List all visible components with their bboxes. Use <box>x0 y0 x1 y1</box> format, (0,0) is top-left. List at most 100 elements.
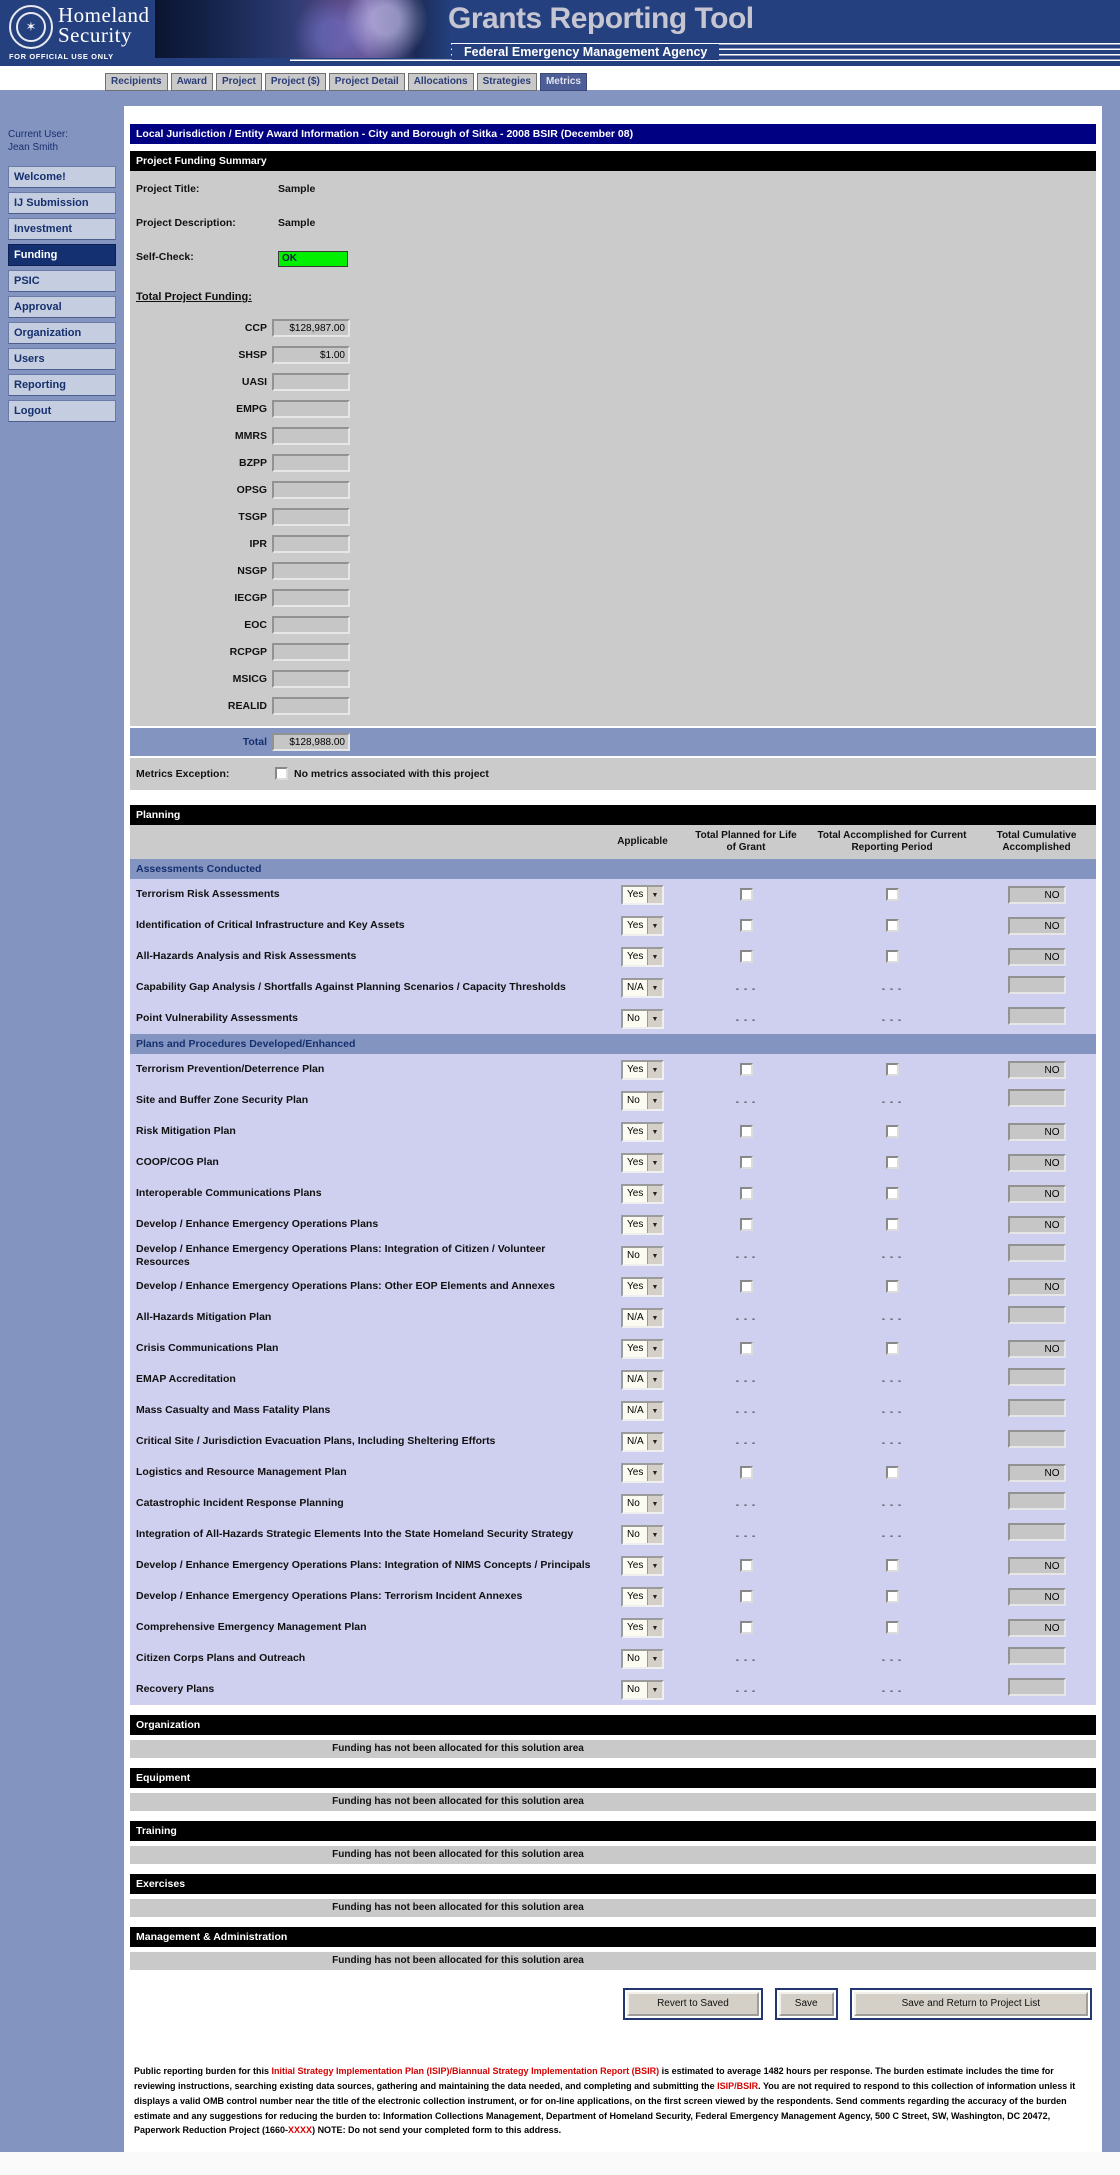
sidebar-item-funding[interactable]: Funding <box>8 244 116 266</box>
accomplished-checkbox[interactable] <box>885 918 899 932</box>
accomplished-checkbox[interactable] <box>885 1217 899 1231</box>
planned-checkbox[interactable] <box>739 1124 753 1138</box>
applicable-select[interactable]: No ▼ <box>621 1525 664 1545</box>
applicable-select[interactable]: N/A ▼ <box>621 1401 664 1421</box>
planned-checkbox[interactable] <box>739 1155 753 1169</box>
funding-input-ccp[interactable]: $128,987.00 <box>272 319 350 337</box>
planned-checkbox[interactable] <box>739 887 753 901</box>
applicable-select[interactable]: No ▼ <box>621 1494 664 1514</box>
applicable-select[interactable]: Yes ▼ <box>621 1184 664 1204</box>
planned-checkbox[interactable] <box>739 918 753 932</box>
planned-checkbox[interactable] <box>739 1620 753 1634</box>
applicable-select[interactable]: No ▼ <box>621 1091 664 1111</box>
applicable-cell: Yes ▼ <box>600 1214 685 1235</box>
save-button[interactable]: Save <box>778 1992 834 2016</box>
funding-label-empg: EMPG <box>236 403 267 415</box>
applicable-select[interactable]: No ▼ <box>621 1680 664 1700</box>
tab-metrics[interactable]: Metrics <box>539 73 587 91</box>
metrics-exception-checkbox[interactable] <box>275 767 288 780</box>
sidebar-item-users[interactable]: Users <box>8 348 116 370</box>
planned-checkbox[interactable] <box>739 1558 753 1572</box>
applicable-select[interactable]: No ▼ <box>621 1649 664 1669</box>
sidebar-item-ij-submission[interactable]: IJ Submission <box>8 192 116 214</box>
metric-label: Critical Site / Jurisdiction Evacuation … <box>136 1435 496 1448</box>
applicable-select[interactable]: Yes ▼ <box>621 1463 664 1483</box>
applicable-select[interactable]: Yes ▼ <box>621 885 664 905</box>
funding-input-mmrs[interactable] <box>272 427 350 445</box>
accomplished-checkbox[interactable] <box>885 1589 899 1603</box>
tab-project-dollar[interactable]: Project ($) <box>264 73 326 91</box>
sidebar-item-psic[interactable]: PSIC <box>8 270 116 292</box>
accomplished-checkbox[interactable] <box>885 1620 899 1634</box>
planned-checkbox[interactable] <box>739 1589 753 1603</box>
tab-award[interactable]: Award <box>170 73 213 91</box>
accomplished-checkbox[interactable] <box>885 1558 899 1572</box>
funding-input-iecgp[interactable] <box>272 589 350 607</box>
column-header-total-planned-for-life-of-grant: Total Planned for Life of Grant <box>695 829 797 854</box>
sidebar-item-approval[interactable]: Approval <box>8 296 116 318</box>
applicable-select[interactable]: Yes ▼ <box>621 1215 664 1235</box>
accomplished-checkbox[interactable] <box>885 1124 899 1138</box>
funding-input-msicg[interactable] <box>272 670 350 688</box>
funding-input-bzpp[interactable] <box>272 454 350 472</box>
planned-checkbox[interactable] <box>739 949 753 963</box>
funding-input-nsgp[interactable] <box>272 562 350 580</box>
accomplished-checkbox[interactable] <box>885 1465 899 1479</box>
metric-row: All-Hazards Analysis and Risk Assessment… <box>130 941 1096 972</box>
applicable-select[interactable]: Yes ▼ <box>621 947 664 967</box>
applicable-select[interactable]: Yes ▼ <box>621 1587 664 1607</box>
sidebar-item-logout[interactable]: Logout <box>8 400 116 422</box>
applicable-select[interactable]: Yes ▼ <box>621 1618 664 1638</box>
applicable-select[interactable]: Yes ▼ <box>621 1060 664 1080</box>
planned-checkbox[interactable] <box>739 1465 753 1479</box>
funding-input-realid[interactable] <box>272 697 350 715</box>
tab-recipients[interactable]: Recipients <box>105 73 168 91</box>
applicable-select[interactable]: N/A ▼ <box>621 978 664 998</box>
applicable-select[interactable]: N/A ▼ <box>621 1370 664 1390</box>
accomplished-checkbox[interactable] <box>885 1279 899 1293</box>
sidebar-item-welcome[interactable]: Welcome! <box>8 166 116 188</box>
applicable-select[interactable]: Yes ▼ <box>621 1556 664 1576</box>
planned-checkbox[interactable] <box>739 1217 753 1231</box>
planned-checkbox[interactable] <box>739 1341 753 1355</box>
applicable-select[interactable]: Yes ▼ <box>621 916 664 936</box>
accomplished-checkbox[interactable] <box>885 1341 899 1355</box>
applicable-select[interactable]: No ▼ <box>621 1009 664 1029</box>
applicable-select[interactable]: No ▼ <box>621 1246 664 1266</box>
sidebar-item-organization[interactable]: Organization <box>8 322 116 344</box>
cumulative-value-box: NO <box>1007 1123 1066 1141</box>
tab-allocations[interactable]: Allocations <box>407 73 474 91</box>
planned-checkbox[interactable] <box>739 1186 753 1200</box>
planned-checkbox[interactable] <box>739 1279 753 1293</box>
accomplished-checkbox[interactable] <box>885 1186 899 1200</box>
planned-checkbox[interactable] <box>739 1062 753 1076</box>
metric-label: Terrorism Risk Assessments <box>136 888 280 901</box>
funding-input-shsp[interactable]: $1.00 <box>272 346 350 364</box>
tab-project[interactable]: Project <box>215 73 262 91</box>
funding-input-ipr[interactable] <box>272 535 350 553</box>
applicable-select[interactable]: Yes ▼ <box>621 1153 664 1173</box>
tab-strategies[interactable]: Strategies <box>476 73 537 91</box>
sidebar-item-reporting[interactable]: Reporting <box>8 374 116 396</box>
section-bar-project-funding-summary: Project Funding Summary <box>130 151 1096 171</box>
funding-input-tsgp[interactable] <box>272 508 350 526</box>
applicable-select[interactable]: Yes ▼ <box>621 1122 664 1142</box>
funding-input-empg[interactable] <box>272 400 350 418</box>
accomplished-checkbox[interactable] <box>885 887 899 901</box>
metric-label: Integration of All-Hazards Strategic Ele… <box>136 1528 574 1541</box>
funding-input-eoc[interactable] <box>272 616 350 634</box>
funding-input-uasi[interactable] <box>272 373 350 391</box>
accomplished-checkbox[interactable] <box>885 1155 899 1169</box>
applicable-select[interactable]: N/A ▼ <box>621 1432 664 1452</box>
funding-input-opsg[interactable] <box>272 481 350 499</box>
tab-project-detail[interactable]: Project Detail <box>328 73 405 91</box>
applicable-select[interactable]: N/A ▼ <box>621 1308 664 1328</box>
accomplished-checkbox[interactable] <box>885 1062 899 1076</box>
accomplished-checkbox[interactable] <box>885 949 899 963</box>
applicable-select[interactable]: Yes ▼ <box>621 1339 664 1359</box>
applicable-select[interactable]: Yes ▼ <box>621 1277 664 1297</box>
funding-input-rcpgp[interactable] <box>272 643 350 661</box>
sidebar-item-investment[interactable]: Investment <box>8 218 116 240</box>
save-and-return-to-project-list-button[interactable]: Save and Return to Project List <box>853 1992 1088 2016</box>
revert-to-saved-button[interactable]: Revert to Saved <box>627 1992 759 2016</box>
